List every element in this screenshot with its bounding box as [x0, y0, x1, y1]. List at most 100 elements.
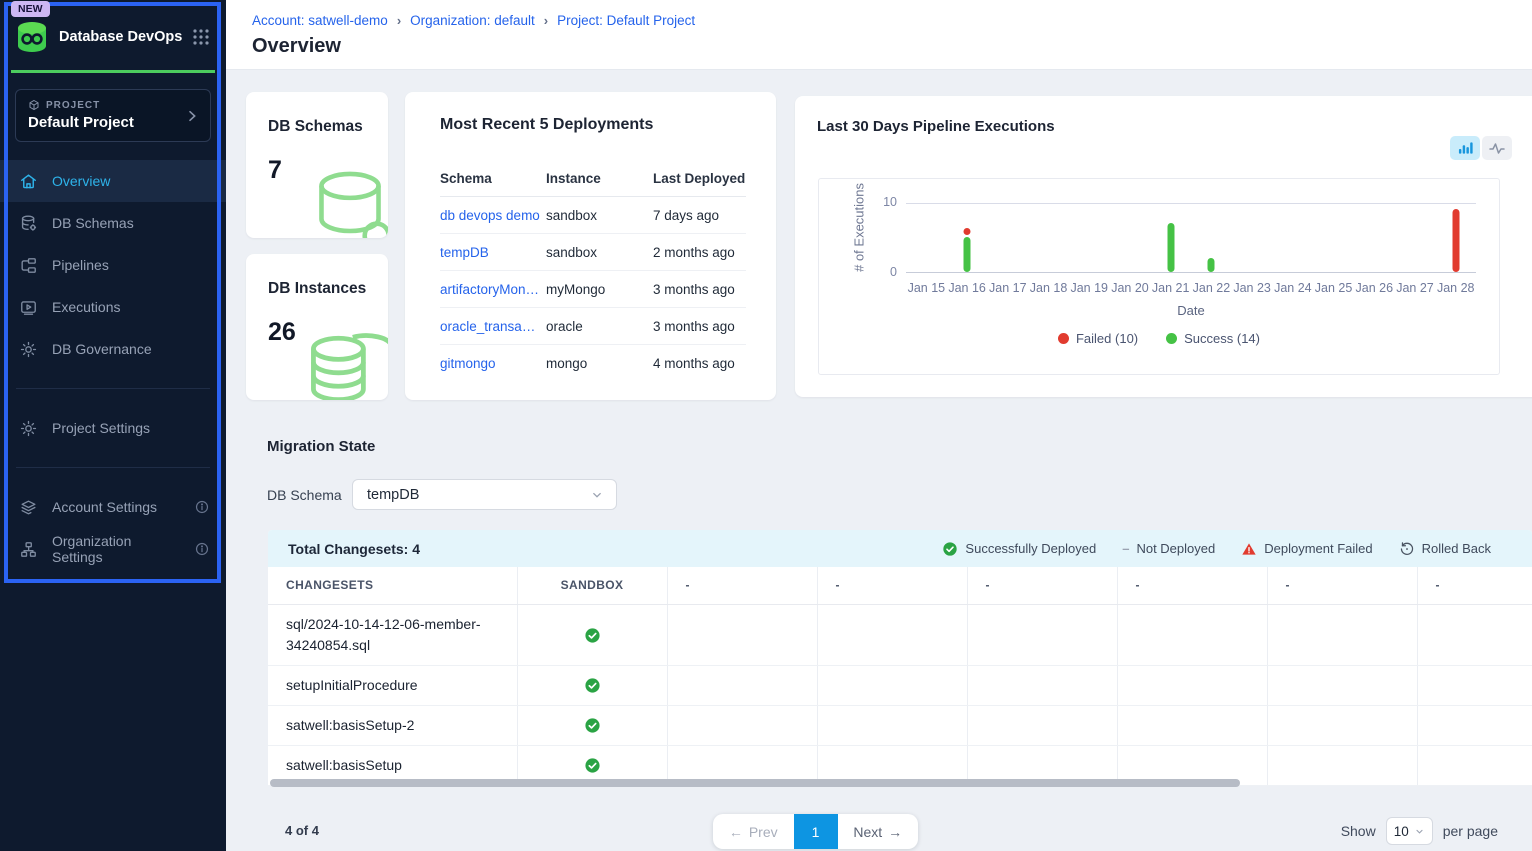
horizontal-scrollbar[interactable]: [270, 779, 1240, 787]
sidebar-item-pipelines[interactable]: Pipelines: [0, 244, 226, 286]
app-grid-icon[interactable]: [192, 28, 210, 46]
warning-triangle-icon: [1241, 541, 1257, 557]
schema-link[interactable]: db devops demo: [440, 208, 546, 223]
sidebar-item-executions[interactable]: Executions: [0, 286, 226, 328]
sidebar-item-project-settings[interactable]: Project Settings: [0, 407, 226, 449]
empty-cell: [817, 665, 967, 705]
table-header-row: Schema Instance Last Deployed: [440, 160, 746, 197]
project-label: PROJECT: [46, 100, 100, 111]
sidebar-item-organization-settings[interactable]: Organization Settings: [0, 528, 226, 570]
schema-link[interactable]: artifactoryMongo: [440, 282, 546, 297]
table-row: gitmongo mongo 4 months ago: [440, 345, 746, 382]
db-schemas-card: DB Schemas 7: [246, 92, 388, 238]
legend-label: Deployment Failed: [1264, 541, 1372, 556]
sidebar-item-label: Executions: [52, 299, 120, 315]
project-label-row: PROJECT: [28, 99, 198, 111]
empty-cell: [667, 665, 817, 705]
column-header-empty: -: [1417, 567, 1532, 604]
home-icon: [19, 172, 38, 191]
recent-deployments-table: Schema Instance Last Deployed db devops …: [440, 160, 746, 382]
sidebar-item-account-settings[interactable]: Account Settings: [0, 486, 226, 528]
page-size-select[interactable]: 10: [1386, 817, 1433, 845]
chart-category-slot: [1110, 204, 1151, 272]
column-header-empty: -: [967, 567, 1117, 604]
db-schema-select[interactable]: tempDB: [352, 479, 617, 510]
bar-chart-toggle-button[interactable]: [1450, 136, 1480, 160]
sidebar-item-label: Pipelines: [52, 257, 109, 273]
breadcrumb-separator: ›: [544, 13, 548, 28]
chart-bar-success: [1208, 258, 1215, 272]
bar-chart-icon: [1458, 141, 1473, 155]
sidebar-item-db-schemas[interactable]: DB Schemas: [0, 202, 226, 244]
next-page-button[interactable]: Next →: [838, 824, 919, 840]
chart-category-slot: [1028, 204, 1069, 272]
empty-cell: [1117, 665, 1267, 705]
table-row: tempDB sandbox 2 months ago: [440, 234, 746, 271]
column-header-empty: -: [817, 567, 967, 604]
empty-cell: [967, 705, 1117, 745]
chart-x-tick-label: Jan 24: [1272, 281, 1313, 295]
chevron-down-icon: [1414, 826, 1425, 837]
chart-panel: # of Executions 10 0 Jan 15Jan 16Jan 17J…: [818, 178, 1500, 375]
schema-link[interactable]: oracle_transact...: [440, 319, 546, 334]
next-label: Next: [853, 824, 882, 840]
failed-dot-icon: [1058, 333, 1069, 344]
sidebar-divider: [16, 388, 210, 389]
cube-icon: [28, 99, 40, 111]
arrow-right-icon: →: [888, 824, 902, 840]
breadcrumb: Account: satwell-demo › Organization: de…: [252, 13, 695, 28]
info-icon[interactable]: [194, 499, 210, 515]
empty-cell: [1117, 604, 1267, 665]
chart-bar-failed: [964, 228, 971, 235]
sandbox-status-cell: [517, 705, 667, 745]
sidebar-item-overview[interactable]: Overview: [0, 160, 226, 202]
empty-cell: [1267, 604, 1417, 665]
db-schema-label: DB Schema: [267, 487, 342, 503]
changeset-name: satwell:basisSetup-2: [268, 705, 517, 745]
legend-label: Successfully Deployed: [965, 541, 1096, 556]
project-name: Default Project: [28, 114, 198, 131]
legend-label: Failed (10): [1076, 331, 1138, 346]
sidebar-item-label: Project Settings: [52, 420, 150, 436]
gear-icon: [19, 419, 38, 438]
changesets-summary-bar: Total Changesets: 4 Successfully Deploye…: [268, 530, 1532, 567]
legend-rolled-back: Rolled Back: [1399, 541, 1491, 557]
column-header-schema: Schema: [440, 171, 546, 186]
status-legend: Successfully Deployed – Not Deployed Dep…: [942, 541, 1491, 557]
breadcrumb-organization[interactable]: Organization: default: [410, 13, 535, 28]
dash-icon: –: [1122, 541, 1129, 556]
arrow-left-icon: ←: [729, 824, 743, 840]
last-deployed-cell: 3 months ago: [653, 282, 746, 297]
chart-type-toggle: [1450, 136, 1512, 160]
breadcrumb-account[interactable]: Account: satwell-demo: [252, 13, 388, 28]
org-gear-icon: [19, 540, 38, 559]
empty-cell: [667, 604, 817, 665]
table-row: oracle_transact... oracle 3 months ago: [440, 308, 746, 345]
last-deployed-cell: 3 months ago: [653, 319, 746, 334]
sandbox-status-cell: [517, 665, 667, 705]
sidebar-item-label: Account Settings: [52, 499, 157, 515]
empty-cell: [817, 604, 967, 665]
chart-category-slot: [987, 204, 1028, 272]
breadcrumb-project[interactable]: Project: Default Project: [557, 13, 695, 28]
project-selector[interactable]: PROJECT Default Project: [15, 89, 211, 142]
app-logo-icon: [14, 20, 50, 54]
sidebar-item-label: DB Governance: [52, 341, 152, 357]
chart-x-tick-label: Jan 28: [1435, 281, 1476, 295]
sidebar-divider: [16, 467, 210, 468]
line-chart-toggle-button[interactable]: [1482, 136, 1512, 160]
info-icon[interactable]: [194, 541, 210, 557]
schema-link[interactable]: gitmongo: [440, 356, 546, 371]
page-1-button[interactable]: 1: [794, 814, 838, 849]
chart-x-tick-label: Jan 27: [1395, 281, 1436, 295]
db-schema-select-value: tempDB: [367, 487, 419, 503]
y-tick-0: 0: [863, 265, 897, 279]
schema-link[interactable]: tempDB: [440, 245, 546, 260]
chart-x-tick-label: Jan 16: [947, 281, 988, 295]
check-circle-icon: [942, 541, 958, 557]
prev-page-button[interactable]: ← Prev: [713, 824, 794, 840]
chart-legend: Failed (10) Success (14): [819, 331, 1499, 346]
x-axis-label: Date: [906, 303, 1476, 318]
sidebar-item-db-governance[interactable]: DB Governance: [0, 328, 226, 370]
sidebar: Database DevOps PROJECT Default Project …: [0, 0, 226, 851]
